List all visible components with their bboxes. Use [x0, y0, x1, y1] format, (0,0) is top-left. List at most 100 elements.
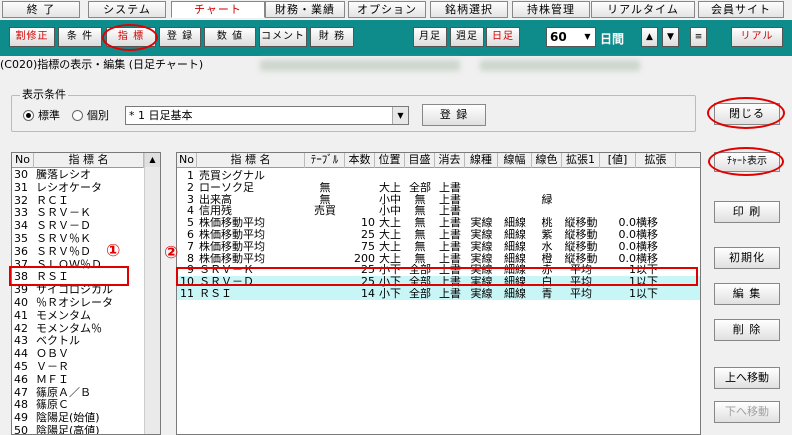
- table-row[interactable]: 6 株価移動平均 25 大上 無 上書 実線 細線 紫縦移動 0.0 横移: [177, 229, 700, 241]
- table-header-cell[interactable]: 位置: [375, 153, 405, 168]
- list-item[interactable]: 31 レシオケータ: [12, 182, 144, 194]
- list-item[interactable]: 33 ＳＲＶ－Ｋ: [12, 207, 144, 219]
- list-item-no: 50: [14, 425, 28, 435]
- menu-tab-realtime[interactable]: リアルタイム: [591, 1, 695, 18]
- arrow-down-icon[interactable]: ▼: [662, 27, 679, 47]
- menu-tab-system[interactable]: システム: [88, 1, 166, 18]
- delete-button[interactable]: 削 除: [714, 319, 780, 341]
- list-item[interactable]: 45 Ｖ－Ｒ: [12, 361, 144, 373]
- menu-tab-stock-select[interactable]: 銘柄選択: [430, 1, 508, 18]
- list-item[interactable]: 36 ＳＲＶ％Ｄ: [12, 246, 144, 258]
- chevron-down-icon[interactable]: ▼: [392, 107, 408, 124]
- table-header-cell[interactable]: 消去: [435, 153, 465, 168]
- table-row[interactable]: 3 出来高無小中無上書緑: [177, 194, 700, 206]
- register-button[interactable]: 登 録: [422, 104, 486, 126]
- table-header-cell[interactable]: 拡張1: [562, 153, 600, 168]
- radio-standard[interactable]: [23, 110, 34, 121]
- table-header-cell[interactable]: 線種: [465, 153, 498, 168]
- annotation-box-rsi: [9, 266, 129, 286]
- condition-button[interactable]: 条 件: [58, 27, 102, 47]
- list-item[interactable]: 40 ％Ｒオシレータ: [12, 297, 144, 309]
- list-item[interactable]: 32 ＲＣＩ: [12, 195, 144, 207]
- list-item[interactable]: 47 篠原Ａ／Ｂ: [12, 387, 144, 399]
- table-cell: 水: [541, 240, 553, 253]
- weekly-button[interactable]: 週足: [450, 27, 484, 47]
- realtime-button[interactable]: リアル: [731, 27, 783, 47]
- daily-button[interactable]: 日足: [486, 27, 520, 47]
- list-item[interactable]: 35 ＳＲＶ％Ｋ: [12, 233, 144, 245]
- period-unit: 日間: [600, 32, 625, 46]
- list-item-no: 44: [14, 348, 28, 361]
- indicator-list[interactable]: No 指 標 名 ▲ 30 騰落レシオ 31 レシオケータ 32 ＲＣＩ 33 ＳＲＶ－Ｋ 34…: [11, 152, 161, 435]
- table-cell: 小中: [379, 193, 401, 206]
- table-header-cell[interactable]: [値]: [600, 153, 636, 168]
- list-item[interactable]: 43 ベクトル: [12, 335, 144, 347]
- split-correction-button[interactable]: 割修正: [9, 27, 55, 47]
- table-row[interactable]: 4 信用残 売買 小中無上書: [177, 205, 700, 217]
- menu-tab-chart[interactable]: チャート: [171, 1, 265, 18]
- table-cell: 青: [541, 288, 553, 300]
- indicator-table[interactable]: No 指 標 名ﾃｰﾌﾞﾙ 本数 位置 目盛 消去 線種 線幅 線色 拡張1 [値] 拡張 1 売買シグ…: [176, 152, 701, 435]
- menu-tab-option[interactable]: オプション: [348, 1, 426, 18]
- table-cell: 大上: [379, 181, 401, 194]
- menu-tab-member-site[interactable]: 会員サイト: [698, 1, 784, 18]
- table-header-cell[interactable]: 指 標 名: [197, 153, 305, 168]
- radio-individual[interactable]: [72, 110, 83, 121]
- table-cell: [532, 182, 562, 194]
- table-row[interactable]: 2 ローソク足 無 大上 全部 上書: [177, 182, 700, 194]
- values-button[interactable]: 数 値: [204, 27, 256, 47]
- table-cell: 無: [319, 181, 331, 194]
- table-header-cell[interactable]: 本数: [345, 153, 375, 168]
- comment-button[interactable]: コメント: [259, 27, 307, 47]
- menu-tab-holdings[interactable]: 持株管理: [512, 1, 590, 18]
- table-row[interactable]: 1 売買シグナル: [177, 170, 700, 182]
- table-header-cell[interactable]: 線色: [532, 153, 562, 168]
- list-item-no: 30: [14, 169, 28, 181]
- list-item[interactable]: 50 陰陽足(高値): [12, 425, 144, 435]
- menu-icon[interactable]: ≡: [690, 27, 707, 47]
- table-cell: [305, 288, 345, 300]
- period-select[interactable]: 60 ▼: [546, 27, 596, 47]
- print-button[interactable]: 印 刷: [714, 201, 780, 223]
- monthly-button[interactable]: 月足: [413, 27, 447, 47]
- list-item[interactable]: 41 モメンタム: [12, 310, 144, 322]
- table-header-cell[interactable]: 拡張: [636, 153, 676, 168]
- arrow-up-icon[interactable]: ▲: [641, 27, 658, 47]
- chevron-up-icon[interactable]: ▲: [145, 153, 160, 167]
- table-row[interactable]: 7 株価移動平均 75 大上無上書 実線 細線 水縦移動 0.0 横移: [177, 241, 700, 253]
- list-item[interactable]: 42 モメンタム％: [12, 323, 144, 335]
- list-item[interactable]: 48 篠原Ｃ: [12, 399, 144, 411]
- table-cell: [465, 170, 498, 182]
- menu-tab-finance[interactable]: 財務・業績: [265, 1, 345, 18]
- table-header-cell[interactable]: 線幅: [498, 153, 532, 168]
- table-cell: 25: [361, 229, 375, 241]
- table-cell: 7: [187, 240, 194, 253]
- table-header-cell[interactable]: 目盛: [405, 153, 435, 168]
- table-row[interactable]: 8 株価移動平均 200 大上無上書 実線 細線 橙縦移動 0.0 横移: [177, 253, 700, 265]
- move-up-button[interactable]: 上へ移動: [714, 367, 780, 389]
- table-cell: [498, 205, 532, 217]
- list-item-name: ベクトル: [36, 335, 80, 348]
- list-item[interactable]: 34 ＳＲＶ－Ｄ: [12, 220, 144, 232]
- table-row[interactable]: 5 株価移動平均 10 大上無上書 実線 細線 桃縦移動 0.0 横移: [177, 217, 700, 229]
- condition-combo[interactable]: * 1 日足基本 ▼: [125, 106, 409, 125]
- finance-button[interactable]: 財 務: [310, 27, 354, 47]
- register-toolbar-button[interactable]: 登 録: [159, 27, 201, 47]
- indicator-list-scrollbar[interactable]: ▲: [144, 153, 160, 434]
- table-cell: 0.0: [618, 252, 637, 265]
- table-header-cell[interactable]: ﾃｰﾌﾞﾙ: [305, 153, 345, 168]
- list-item[interactable]: 30 騰落レシオ: [12, 169, 144, 181]
- list-item-no: 42: [14, 322, 28, 335]
- table-row[interactable]: 11 ＲＳＩ 14 小下 全部 上書 実線 細線 青 平均 1 以下: [177, 288, 700, 300]
- chevron-down-icon[interactable]: ▼: [581, 28, 594, 46]
- menu-tab-exit[interactable]: 終 了: [2, 1, 80, 18]
- table-header-cell[interactable]: No: [177, 153, 197, 168]
- list-item[interactable]: 44 ＯＢＶ: [12, 348, 144, 360]
- list-item[interactable]: 46 ＭＦＩ: [12, 374, 144, 386]
- list-item-name: ％Ｒオシレータ: [36, 297, 113, 309]
- table-cell: 細線: [504, 229, 526, 241]
- list-item[interactable]: 49 陰陽足(始値): [12, 412, 144, 424]
- edit-button[interactable]: 編 集: [714, 283, 780, 305]
- initialize-button[interactable]: 初期化: [714, 247, 780, 269]
- move-down-button[interactable]: 下へ移動: [714, 401, 780, 423]
